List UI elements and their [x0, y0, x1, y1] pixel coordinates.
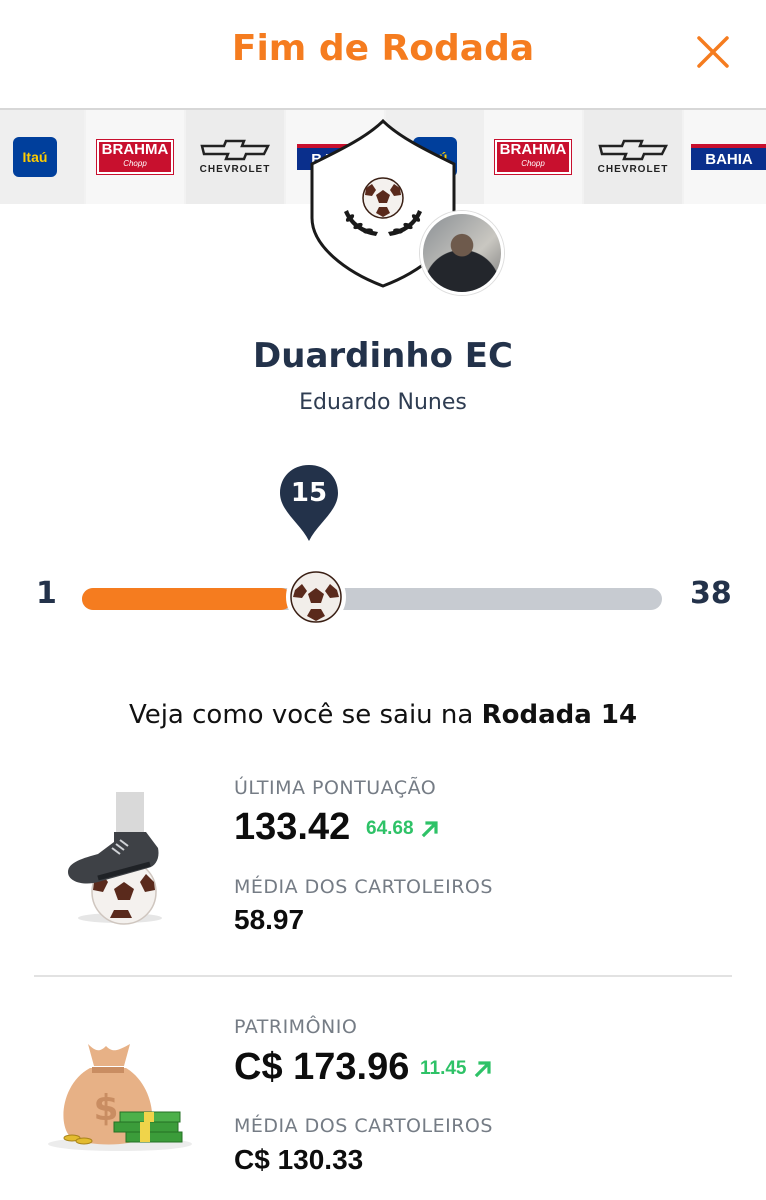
- chevrolet-bowtie-icon: [598, 139, 668, 161]
- chevrolet-logo: CHEVROLET: [200, 139, 271, 175]
- patrimony-delta-text: 11.45: [420, 1058, 467, 1079]
- soccer-ball-icon: [362, 177, 404, 219]
- round-min: 1: [36, 576, 57, 611]
- last-score-delta: 64.68: [366, 818, 440, 840]
- round-progress-fill: [82, 588, 292, 610]
- average-patrimony-label: MÉDIA DOS CARTOLEIROS: [234, 1115, 493, 1137]
- team-name: Duardinho EC: [253, 336, 513, 376]
- brahma-text: BRAHMA: [101, 141, 169, 158]
- itau-logo: Itaú: [13, 137, 57, 177]
- last-score-value: 133.42: [234, 806, 351, 848]
- average-score-label: MÉDIA DOS CARTOLEIROS: [234, 876, 493, 898]
- soccer-ball-icon: [286, 567, 346, 627]
- header-bar: Fim de Rodada: [0, 0, 766, 108]
- round-max: 38: [690, 576, 732, 611]
- last-score-label: ÚLTIMA PONTUAÇÃO: [234, 777, 437, 799]
- money-bag-illustration: $: [48, 1044, 192, 1151]
- patrimony-value: C$ 173.96: [234, 1046, 410, 1088]
- patrimony-label: PATRIMÔNIO: [234, 1016, 358, 1038]
- brahma-logo: BRAHMA Chopp: [97, 140, 173, 174]
- average-patrimony-value: C$ 130.33: [234, 1144, 364, 1175]
- brahma-text: BRAHMA: [499, 141, 567, 158]
- last-score-delta-text: 64.68: [366, 818, 414, 839]
- round-summary-heading: Veja como você se saiu na Rodada 14: [0, 700, 766, 730]
- avatar: [420, 211, 504, 295]
- chevrolet-text: CHEVROLET: [199, 164, 271, 175]
- sponsor-brahma-2[interactable]: BRAHMA Chopp: [484, 110, 582, 204]
- sponsor-chevrolet-2[interactable]: CHEVROLET: [584, 110, 682, 204]
- current-round-number: 15: [290, 478, 328, 508]
- brahma-logo: BRAHMA Chopp: [495, 140, 571, 174]
- sponsor-brahma[interactable]: BRAHMA Chopp: [86, 110, 184, 204]
- chevrolet-logo: CHEVROLET: [598, 139, 669, 175]
- chevrolet-bowtie-icon: [200, 139, 270, 161]
- sponsor-bahia-2[interactable]: BAHIA: [684, 110, 766, 204]
- summary-prefix: Veja como você se saiu na: [128, 700, 482, 730]
- page-title: Fim de Rodada: [231, 28, 535, 69]
- sponsor-itau[interactable]: Itaú: [0, 110, 84, 204]
- average-score-value: 58.97: [234, 904, 305, 935]
- chevrolet-text: CHEVROLET: [597, 164, 669, 175]
- section-divider: [34, 975, 732, 977]
- close-icon[interactable]: [696, 35, 730, 69]
- arrow-up-right-icon: [421, 821, 438, 838]
- cleat-ball-illustration: [68, 792, 162, 925]
- sponsor-chevrolet[interactable]: CHEVROLET: [186, 110, 284, 204]
- patrimony-delta: 11.45: [420, 1058, 493, 1080]
- owner-name: Eduardo Nunes: [299, 390, 467, 415]
- brahma-sub-text: Chopp: [123, 159, 147, 168]
- bahia-logo: BAHIA: [691, 144, 766, 170]
- arrow-up-right-icon: [474, 1061, 491, 1078]
- summary-round-label: Rodada 14: [481, 700, 638, 730]
- brahma-sub-text: Chopp: [521, 159, 545, 168]
